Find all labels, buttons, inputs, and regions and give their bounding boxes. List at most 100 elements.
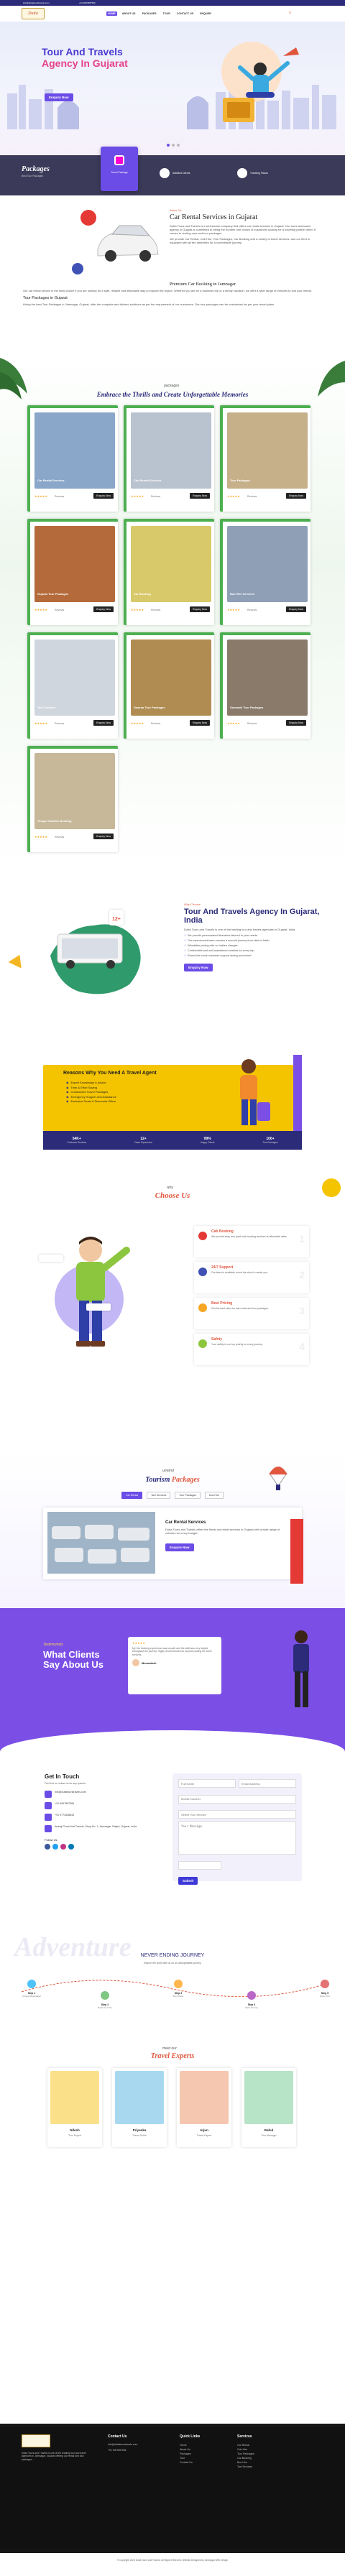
package-card[interactable]: Somnath Tour Packages ★★★★★ Reviews Enquiry… <box>220 632 310 739</box>
search-icon[interactable]: ⌕ <box>289 11 291 16</box>
topbar-phone[interactable]: +91 9067887566 <box>79 1 96 4</box>
package-card[interactable]: Car Booking ★★★★★ Reviews Enquiry Now <box>124 519 214 625</box>
service-select[interactable] <box>178 1810 296 1819</box>
email-field[interactable] <box>239 1779 296 1788</box>
package-name: Dwarka Tour Packages <box>134 706 165 709</box>
package-image <box>227 412 308 489</box>
check-icon: ◉ <box>66 1094 69 1099</box>
agency-point: ✓ Comfortable and well-maintained vehicle… <box>184 949 321 953</box>
nav-item-packages[interactable]: PACKAGES <box>141 11 158 16</box>
captcha-box[interactable] <box>178 1861 221 1870</box>
slider-dot[interactable] <box>177 144 180 147</box>
package-enquiry-button[interactable]: Enquiry Now <box>93 606 114 612</box>
why-item-title: Best Pricing <box>211 1301 233 1306</box>
package-enquiry-button[interactable]: Enquiry Now <box>286 720 306 726</box>
contact-row[interactable]: info@duttatourstravels.com <box>45 1791 152 1799</box>
testimonial-author: Meenakshi <box>142 1661 157 1665</box>
linkedin-icon[interactable] <box>68 1844 74 1850</box>
hero-title-line1: Tour And Travels <box>42 46 123 57</box>
package-card[interactable]: Gujarat Tour Packages ★★★★★ Reviews Enquiry… <box>27 519 118 625</box>
package-card[interactable]: Taxi Services ★★★★★ Reviews Enquiry Now <box>27 632 118 739</box>
stat-label-travel: Travel Package <box>111 171 128 174</box>
package-enquiry-button[interactable]: Enquiry Now <box>190 720 210 726</box>
package-card[interactable]: Dwarka Tour Packages ★★★★★ Reviews Enquiry … <box>124 632 214 739</box>
package-card[interactable]: Tempo Traveller Booking ★★★★★ Reviews Enqui… <box>27 746 118 852</box>
contact-row[interactable]: +91 9067887566 <box>45 1802 152 1810</box>
name-field[interactable] <box>178 1779 236 1788</box>
check-icon: ✓ <box>184 954 187 957</box>
users-icon <box>160 168 170 178</box>
package-name: Tour Packages <box>230 479 251 482</box>
expert-card[interactable]: Arjun Travel Expert <box>177 2068 231 2147</box>
instagram-icon[interactable] <box>60 1844 66 1850</box>
package-enquiry-button[interactable]: Enquiry Now <box>93 834 114 839</box>
expert-card[interactable]: Priyanka Travel Guide <box>112 2068 167 2147</box>
map-pin-icon <box>237 168 247 178</box>
why-item-text: Our team is available round the clock to… <box>211 1271 268 1274</box>
footer-link[interactable]: Contact Us <box>180 2460 193 2465</box>
package-name: Car Booking <box>134 592 151 596</box>
package-enquiry-button[interactable]: Enquiry Now <box>190 493 210 499</box>
nav-item-contact-us[interactable]: CONTACT US <box>175 11 195 16</box>
expert-role: Travel Guide <box>132 2134 147 2137</box>
hero-dots <box>167 144 180 147</box>
footer-about: Dutta Tours and Travels is one of the le… <box>22 2452 86 2461</box>
footer-service-link[interactable]: Taxi Services <box>237 2465 254 2469</box>
rating-stars: ★★★★★ <box>131 494 144 498</box>
nav-item-about-us[interactable]: ABOUT US <box>121 11 137 16</box>
submit-button[interactable]: Submit <box>178 1877 198 1885</box>
why-item-number: 4 <box>299 1341 305 1352</box>
why-item: 24/7 Support Our team is available round … <box>194 1262 309 1293</box>
footer-services: Car Rental Cab Hire Tour Packages Car Booki… <box>237 2443 254 2469</box>
agency-enquiry-button[interactable]: Enquiry Now <box>184 964 213 971</box>
nav-item-tour[interactable]: TOUR <box>162 11 172 16</box>
tourism-enquire-button[interactable]: Enquire Now <box>165 1543 194 1551</box>
package-card[interactable]: Cab Rental Services ★★★★★ Reviews Enquiry N… <box>124 405 214 512</box>
footer-contact-email[interactable]: info@duttatourstravels.com <box>108 2443 137 2446</box>
package-enquiry-button[interactable]: Enquiry Now <box>286 606 306 612</box>
tourism-card-desc: Dutta Tours and Travels offers the fines… <box>165 1528 280 1535</box>
package-card[interactable]: Car Rental Services ★★★★★ Reviews Enquiry N… <box>27 405 118 512</box>
about-para3: Our car rental service is the ideal choi… <box>23 289 312 292</box>
slider-dot[interactable] <box>172 144 175 147</box>
package-image <box>227 526 308 602</box>
message-field[interactable] <box>178 1822 296 1855</box>
hero-enquiry-button[interactable]: Enquiry Now <box>45 93 73 101</box>
tourism-tab[interactable]: Tour Packages <box>175 1492 201 1499</box>
expert-card[interactable]: Nilesh Tour Expert <box>47 2068 102 2147</box>
nav-item-home[interactable]: HOME <box>106 11 117 16</box>
slider-dot[interactable] <box>167 144 170 147</box>
package-card[interactable]: Bus Hire Services ★★★★★ Reviews Enquiry Now <box>220 519 310 625</box>
years-badge: 12+ <box>109 910 124 925</box>
facebook-icon[interactable] <box>45 1844 50 1850</box>
site-logo[interactable]: Dutta <box>22 8 45 19</box>
twitter-icon[interactable] <box>52 1844 58 1850</box>
phone-field[interactable] <box>178 1794 296 1804</box>
package-enquiry-button[interactable]: Enquiry Now <box>190 606 210 612</box>
nav-item-enquiry[interactable]: ENQUIRY <box>198 11 213 16</box>
packages-section: packages Embrace the Thrills and Create … <box>0 358 345 868</box>
reviews-label: Reviews <box>247 495 257 498</box>
package-enquiry-button[interactable]: Enquiry Now <box>93 493 114 499</box>
expert-photo <box>244 2071 293 2124</box>
package-image <box>34 412 115 489</box>
package-image <box>34 640 115 716</box>
journey-step-icon <box>247 1991 256 2000</box>
footer-contact-phone[interactable]: +91 9067887566 <box>108 2449 126 2452</box>
package-enquiry-button[interactable]: Enquiry Now <box>286 493 306 499</box>
contact-row[interactable]: Ambaji Tours And Travels, Shop No. 1, Ja… <box>45 1825 152 1833</box>
tourism-tab[interactable]: Bus Hire <box>205 1492 224 1499</box>
tourism-tab[interactable]: Taxi Services <box>147 1492 171 1499</box>
expert-card[interactable]: Rahul Tour Manager <box>242 2068 296 2147</box>
contact-row[interactable]: +91 9773438844 <box>45 1814 152 1822</box>
check-icon: ✓ <box>184 944 187 947</box>
why-title: Choose Us <box>155 1191 190 1200</box>
package-enquiry-button[interactable]: Enquiry Now <box>93 720 114 726</box>
contact-rows: info@duttatourstravels.com +91 9067887566… <box>45 1791 152 1833</box>
stat-label: Tour Packages <box>262 1141 278 1144</box>
topbar-email[interactable]: info@duttatourstravels.com <box>23 1 50 4</box>
rating-stars: ★★★★★ <box>132 1641 145 1645</box>
agency-text: Why Choose Tour And Travels Agency In Gu… <box>184 902 321 972</box>
tourism-tab[interactable]: Car Rental <box>121 1492 143 1499</box>
package-card[interactable]: Tour Packages ★★★★★ Reviews Enquiry Now <box>220 405 310 512</box>
